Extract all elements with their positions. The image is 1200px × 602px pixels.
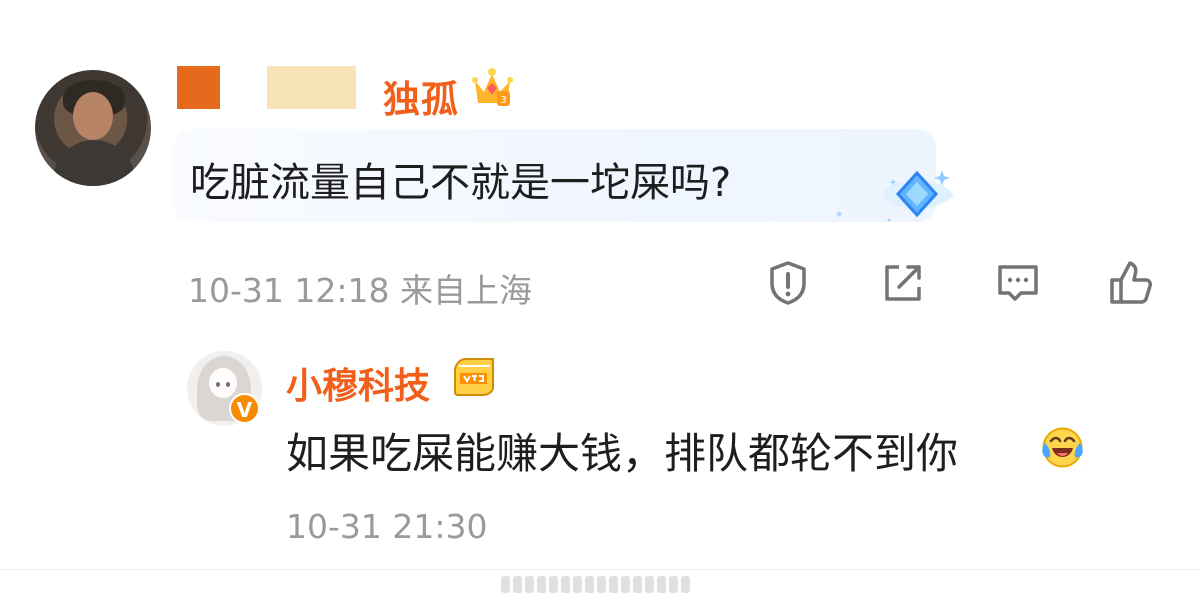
comment-text: 吃脏流量自己不就是一坨屎吗? [190,160,732,206]
comment-meta: 10-31 12:18 来自上海 [188,264,532,312]
reply-text: 如果吃屎能赚大钱，排队都轮不到你 [286,429,959,478]
username[interactable]: 独孤 [383,69,459,123]
share-icon[interactable] [879,259,927,307]
username-redaction [267,66,356,109]
crown-badge-icon: 3 [472,68,513,106]
member-badge-icon [454,358,494,396]
diamond-sparkle-icon [836,170,954,222]
avatar[interactable] [35,70,151,186]
reply-timestamp: 10-31 21:30 [286,507,488,546]
laughing-crying-emoji-icon [1042,427,1083,468]
username-redaction [177,66,220,109]
svg-text:3: 3 [500,95,506,106]
reply-icon[interactable] [994,259,1042,307]
timestamp: 10-31 12:18 [188,271,390,310]
verified-badge: V [229,393,260,424]
location: 来自上海 [399,271,532,310]
divider [0,569,1200,570]
report-icon[interactable] [764,259,812,307]
watermark [501,573,701,597]
like-icon[interactable] [1106,259,1154,307]
reply-username[interactable]: 小穆科技 [286,357,430,409]
